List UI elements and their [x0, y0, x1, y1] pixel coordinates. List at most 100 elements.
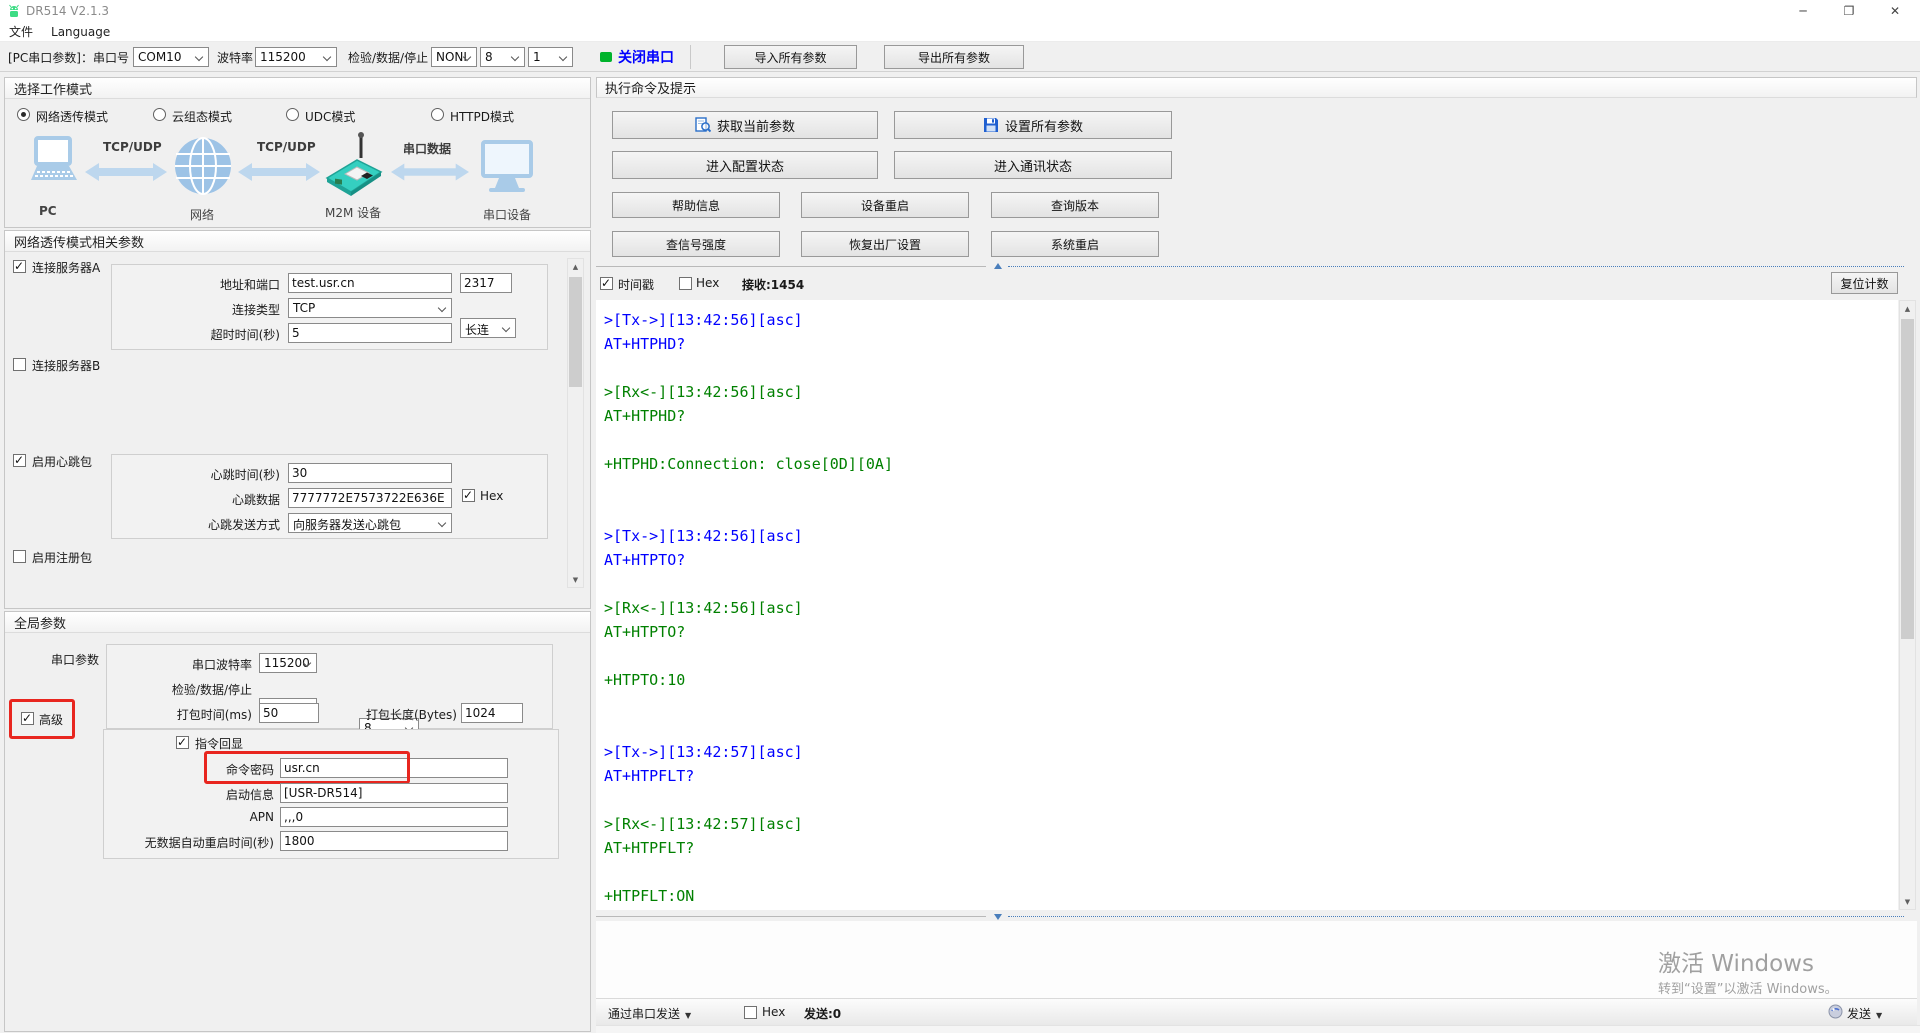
- menu-language[interactable]: Language: [42, 25, 119, 39]
- log-lines: >[Tx->][13:42:56][asc]AT+HTPHD? >[Rx<-][…: [604, 308, 893, 908]
- log-scroll-up-icon[interactable]: ▲: [1900, 301, 1915, 316]
- radio-net-transparent[interactable]: [17, 108, 30, 121]
- node-label-serial-device: 串口设备: [483, 206, 531, 223]
- com-port-select[interactable]: COM10: [133, 47, 209, 67]
- send-hex-label: Hex: [762, 1005, 785, 1019]
- heartbeat-group: 心跳时间(秒) 心跳数据 Hex 心跳发送方式 向服务器发送心跳包: [111, 454, 548, 539]
- app-icon: [6, 3, 22, 22]
- baud-label: 波特率: [217, 49, 253, 66]
- import-params-button[interactable]: 导入所有参数: [724, 45, 857, 69]
- parity-label: 检验/数据/停止: [348, 49, 428, 66]
- factory-reset-button[interactable]: 恢复出厂设置: [801, 231, 969, 257]
- log-line: >[Rx<-][13:42:56][asc]: [604, 596, 893, 620]
- set-params-button[interactable]: 设置所有参数: [894, 111, 1172, 139]
- link-label-tcp2: TCP/UDP: [257, 140, 316, 154]
- auto-restart-input[interactable]: [280, 831, 508, 851]
- export-params-button[interactable]: 导出所有参数: [884, 45, 1024, 69]
- radio-udc-label: UDC模式: [305, 108, 355, 125]
- device-reboot-button[interactable]: 设备重启: [801, 192, 969, 218]
- close-icon: ✕: [1890, 4, 1900, 18]
- system-reboot-button[interactable]: 系统重启: [991, 231, 1159, 257]
- log-area[interactable]: >[Tx->][13:42:56][asc]AT+HTPHD? >[Rx<-][…: [596, 300, 1898, 910]
- server-a-label: 连接服务器A: [32, 259, 100, 276]
- menu-file[interactable]: 文件: [0, 23, 42, 40]
- register-checkbox[interactable]: [13, 550, 26, 563]
- close-port-button[interactable]: 关闭串口: [600, 42, 674, 72]
- conn-mode-select[interactable]: 长连: [460, 318, 516, 338]
- gp-baud-select[interactable]: 115200: [259, 653, 317, 673]
- cmd-pwd-highlight-box: [204, 751, 410, 784]
- help-info-button[interactable]: 帮助信息: [612, 192, 780, 218]
- send-via-caret-icon: ▼: [685, 1011, 691, 1020]
- timeout-input[interactable]: [288, 323, 452, 343]
- enter-comm-button[interactable]: 进入通讯状态: [894, 151, 1172, 179]
- pack-len-input[interactable]: [461, 703, 523, 723]
- echo-checkbox[interactable]: [176, 736, 189, 749]
- net-params-scrollbar[interactable]: ▲ ▼: [567, 258, 584, 588]
- conn-type-select[interactable]: TCP: [288, 298, 452, 318]
- server-b-checkbox[interactable]: [13, 358, 26, 371]
- log-scroll-down-icon[interactable]: ▼: [1900, 894, 1915, 909]
- radio-httpd[interactable]: [431, 108, 444, 121]
- send-bar: 通过串口发送▼ Hex 发送:0 发送▼: [596, 998, 1917, 1025]
- apn-input[interactable]: [280, 807, 508, 827]
- heartbeat-hex-checkbox[interactable]: [462, 489, 475, 502]
- radio-cloud[interactable]: [153, 108, 166, 121]
- send-via-serial-button[interactable]: 通过串口发送▼: [608, 1005, 691, 1022]
- databits-select[interactable]: 8: [480, 47, 525, 67]
- server-a-address-input[interactable]: [288, 273, 452, 293]
- minimize-button[interactable]: ─: [1780, 0, 1826, 22]
- heartbeat-mode-select[interactable]: 向服务器发送心跳包: [288, 513, 452, 533]
- app-window: DR514 V2.1.3 ─ ❐ ✕ 文件 Language [PC串口参数]：…: [0, 0, 1920, 1033]
- parity-select[interactable]: NONI: [431, 47, 477, 67]
- reset-count-button[interactable]: 复位计数: [1831, 272, 1898, 294]
- stopbits-select[interactable]: 1: [528, 47, 573, 67]
- get-params-button[interactable]: 获取当前参数: [612, 111, 878, 139]
- log-line: [604, 644, 893, 668]
- maximize-button[interactable]: ❐: [1826, 0, 1872, 22]
- timestamp-label: 时间戳: [618, 276, 654, 293]
- network-globe-icon: [173, 136, 233, 199]
- enter-config-button[interactable]: 进入配置状态: [612, 151, 878, 179]
- send-button[interactable]: 发送▼: [1847, 1005, 1882, 1022]
- advanced-checkbox[interactable]: [21, 712, 34, 725]
- apn-label: APN: [104, 810, 274, 824]
- boot-msg-label: 启动信息: [104, 786, 274, 803]
- baud-select[interactable]: 115200: [255, 47, 337, 67]
- scroll-up-icon[interactable]: ▲: [568, 259, 583, 274]
- radio-httpd-label: HTTPD模式: [450, 108, 514, 125]
- net-params-panel: 网络透传模式相关参数 连接服务器A 地址和端口 连接类型 TCP 长连 超时时间…: [4, 230, 591, 609]
- boot-msg-input[interactable]: [280, 783, 508, 803]
- scroll-down-icon[interactable]: ▼: [568, 572, 583, 587]
- minimize-icon: ─: [1799, 4, 1806, 18]
- log-line: +HTPFLT:ON: [604, 884, 893, 908]
- heartbeat-data-input[interactable]: [288, 488, 452, 508]
- heartbeat-hex-label: Hex: [480, 489, 503, 503]
- heartbeat-time-input[interactable]: [288, 463, 452, 483]
- close-button[interactable]: ✕: [1872, 0, 1918, 22]
- log-line: [604, 572, 893, 596]
- heartbeat-checkbox[interactable]: [13, 454, 26, 467]
- timestamp-checkbox[interactable]: [600, 277, 613, 290]
- scrollbar-thumb[interactable]: [569, 277, 582, 387]
- log-top-splitter[interactable]: [596, 262, 1910, 271]
- splitter-up-icon: [994, 263, 1002, 269]
- log-line: AT+HTPHD?: [604, 332, 893, 356]
- timeout-label: 超时时间(秒): [112, 326, 280, 343]
- server-a-checkbox[interactable]: [13, 260, 26, 273]
- signal-strength-button[interactable]: 查信号强度: [612, 231, 780, 257]
- server-a-port-input[interactable]: [460, 273, 512, 293]
- log-scrollbar[interactable]: ▲ ▼: [1899, 300, 1916, 910]
- log-hex-checkbox[interactable]: [679, 277, 692, 290]
- toolbar: [PC串口参数]：串口号 COM10 波特率 115200 检验/数据/停止 N…: [0, 42, 1920, 72]
- server-b-label: 连接服务器B: [32, 357, 100, 374]
- log-bottom-splitter[interactable]: [596, 912, 1910, 921]
- radio-udc[interactable]: [286, 108, 299, 121]
- log-scrollbar-thumb[interactable]: [1901, 319, 1914, 639]
- global-params-title: 全局参数: [5, 612, 590, 633]
- query-version-button[interactable]: 查询版本: [991, 192, 1159, 218]
- send-hex-checkbox[interactable]: [744, 1006, 757, 1019]
- pack-time-input[interactable]: [259, 703, 319, 723]
- log-line: AT+HTPTO?: [604, 548, 893, 572]
- heartbeat-mode-label: 心跳发送方式: [112, 516, 280, 533]
